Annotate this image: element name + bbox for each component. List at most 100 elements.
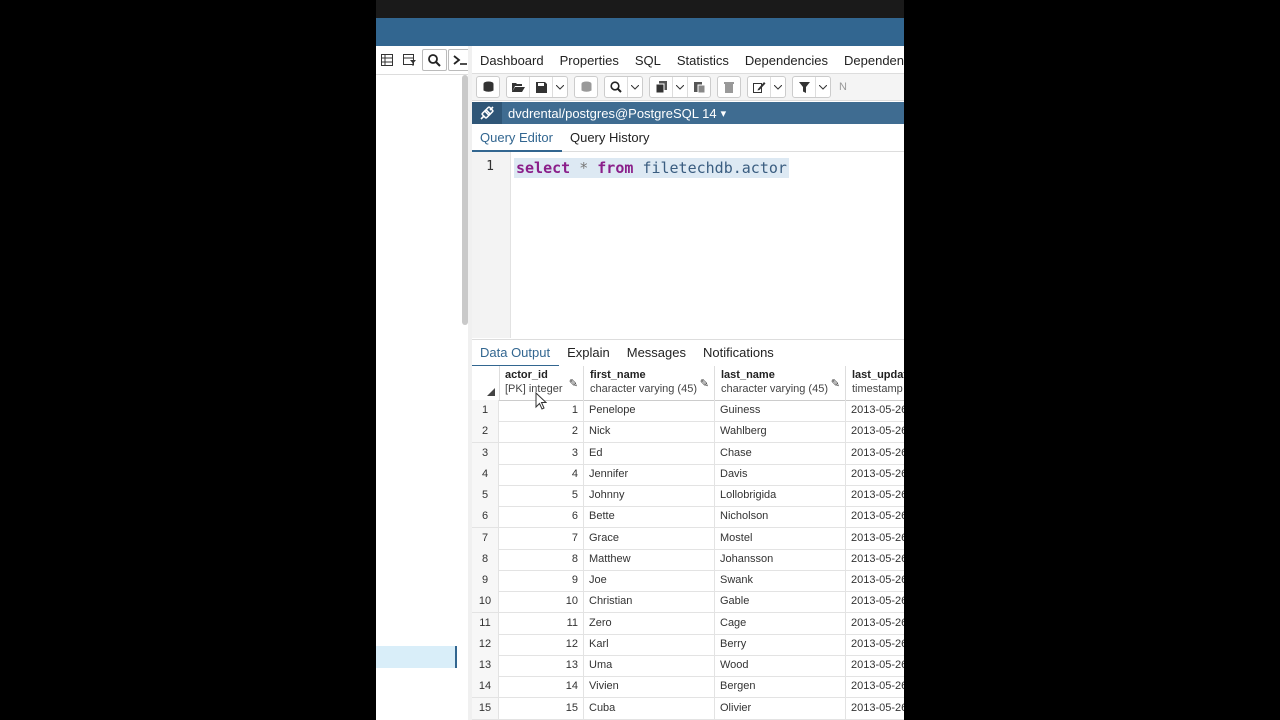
- table-row[interactable]: 3 3 Ed Chase 2013-05-26: [472, 442, 904, 465]
- cell-last-name[interactable]: Cage: [715, 612, 846, 634]
- tab-statistics[interactable]: Statistics: [669, 53, 737, 68]
- cell-first-name[interactable]: Zero: [584, 612, 715, 634]
- sql-code-line[interactable]: select * from filetechdb.actor: [514, 158, 789, 178]
- cell-actor-id[interactable]: 2: [499, 421, 584, 443]
- tab-dependencies[interactable]: Dependencies: [737, 53, 836, 68]
- delete-button[interactable]: [717, 76, 741, 98]
- cell-last-update[interactable]: 2013-05-26: [846, 698, 904, 719]
- cell-last-name[interactable]: Gable: [715, 591, 846, 613]
- tab-query-history[interactable]: Query History: [562, 125, 658, 150]
- chevron-down-icon[interactable]: [627, 77, 642, 97]
- tab-sql[interactable]: SQL: [627, 53, 669, 68]
- cell-last-name[interactable]: Guiness: [715, 400, 846, 421]
- chevron-down-icon[interactable]: [770, 77, 785, 97]
- cell-first-name[interactable]: Cuba: [584, 697, 715, 719]
- table-row[interactable]: 13 13 Uma Wood 2013-05-26: [472, 655, 904, 677]
- object-browser-selected-item[interactable]: [376, 646, 456, 668]
- cell-last-update[interactable]: 2013-05-26: [846, 613, 904, 634]
- cell-last-update[interactable]: 2013-05-26: [846, 464, 904, 485]
- table-row[interactable]: 5 5 Johnny Lollobrigida 2013-05-26: [472, 485, 904, 507]
- cell-actor-id[interactable]: 11: [499, 612, 584, 634]
- cell-last-name[interactable]: Lollobrigida: [715, 485, 846, 506]
- table-row[interactable]: 2 2 Nick Wahlberg 2013-05-26: [472, 421, 904, 444]
- cell-last-name[interactable]: Wood: [715, 655, 846, 676]
- cell-last-name[interactable]: Berry: [715, 633, 846, 655]
- row-number[interactable]: 9: [472, 570, 499, 591]
- cell-actor-id[interactable]: 3: [499, 442, 584, 464]
- cell-first-name[interactable]: Karl: [584, 633, 715, 655]
- sql-editor[interactable]: 1 select * from filetechdb.actor: [472, 152, 904, 338]
- cell-first-name[interactable]: Penelope: [584, 400, 715, 421]
- cell-actor-id[interactable]: 10: [499, 591, 584, 613]
- cell-last-name[interactable]: Swank: [715, 570, 846, 591]
- table-row[interactable]: 15 15 Cuba Olivier 2013-05-26: [472, 697, 904, 720]
- connection-bar[interactable]: dvdrental/postgres@PostgreSQL 14 ▾: [472, 102, 904, 124]
- chevron-down-icon[interactable]: ▾: [721, 107, 727, 120]
- cell-last-update[interactable]: 2013-05-26: [846, 676, 904, 697]
- cell-first-name[interactable]: Joe: [584, 570, 715, 591]
- cell-last-name[interactable]: Chase: [715, 442, 846, 464]
- row-number[interactable]: 5: [472, 485, 499, 506]
- tab-explain[interactable]: Explain: [559, 340, 619, 365]
- cell-first-name[interactable]: Christian: [584, 591, 715, 613]
- cell-first-name[interactable]: Jennifer: [584, 463, 715, 485]
- cell-actor-id[interactable]: 9: [499, 570, 584, 591]
- tab-notifications[interactable]: Notifications: [695, 340, 783, 365]
- column-header-last-name[interactable]: last_name character varying (45) ✎: [715, 366, 846, 400]
- cell-actor-id[interactable]: 14: [499, 676, 584, 698]
- tab-dependents[interactable]: Dependents: [836, 53, 904, 68]
- table-row[interactable]: 6 6 Bette Nicholson 2013-05-26: [472, 506, 904, 529]
- table-row[interactable]: 9 9 Joe Swank 2013-05-26: [472, 570, 904, 592]
- cell-actor-id[interactable]: 7: [499, 527, 584, 549]
- cell-last-name[interactable]: Wahlberg: [715, 421, 846, 443]
- paste-icon[interactable]: [687, 77, 710, 97]
- cell-last-update[interactable]: 2013-05-26: [846, 570, 904, 591]
- cell-last-update[interactable]: 2013-05-26: [846, 549, 904, 570]
- row-number[interactable]: 14: [472, 676, 499, 698]
- table-row[interactable]: 4 4 Jennifer Davis 2013-05-26: [472, 463, 904, 486]
- cell-first-name[interactable]: Johnny: [584, 485, 715, 506]
- row-number[interactable]: 6: [472, 506, 499, 528]
- cell-actor-id[interactable]: 4: [499, 463, 584, 485]
- cell-first-name[interactable]: Nick: [584, 421, 715, 443]
- search-objects-icon[interactable]: [422, 49, 447, 71]
- cell-last-update[interactable]: 2013-05-26: [846, 655, 904, 676]
- row-number[interactable]: 10: [472, 591, 499, 613]
- cell-last-name[interactable]: Olivier: [715, 697, 846, 719]
- filtered-table-icon[interactable]: [399, 49, 422, 71]
- row-number[interactable]: 12: [472, 633, 499, 655]
- cell-last-update[interactable]: 2013-05-26: [846, 634, 904, 655]
- table-row[interactable]: 11 11 Zero Cage 2013-05-26: [472, 612, 904, 635]
- cell-actor-id[interactable]: 12: [499, 633, 584, 655]
- cell-last-update[interactable]: 2013-05-26: [846, 485, 904, 506]
- row-number[interactable]: 15: [472, 697, 499, 719]
- row-number[interactable]: 4: [472, 463, 499, 485]
- chevron-down-icon[interactable]: [552, 77, 567, 97]
- cell-actor-id[interactable]: 5: [499, 485, 584, 506]
- save-data-button[interactable]: [574, 76, 598, 98]
- edit-icon[interactable]: [748, 77, 770, 97]
- cell-first-name[interactable]: Ed: [584, 442, 715, 464]
- tab-messages[interactable]: Messages: [619, 340, 695, 365]
- tab-data-output[interactable]: Data Output: [472, 340, 560, 367]
- column-header-last-update[interactable]: last_update timestamp w: [846, 366, 904, 400]
- select-all-corner[interactable]: [472, 366, 500, 400]
- row-number[interactable]: 2: [472, 421, 499, 443]
- cell-last-update[interactable]: 2013-05-26: [846, 400, 904, 421]
- table-row[interactable]: 8 8 Matthew Johansson 2013-05-26: [472, 548, 904, 571]
- chevron-down-icon[interactable]: [672, 77, 687, 97]
- column-header-first-name[interactable]: first_name character varying (45) ✎: [584, 366, 715, 400]
- database-button[interactable]: [476, 76, 500, 98]
- cell-actor-id[interactable]: 13: [499, 655, 584, 676]
- cell-last-name[interactable]: Mostel: [715, 527, 846, 549]
- row-number[interactable]: 1: [472, 400, 499, 421]
- cell-last-name[interactable]: Bergen: [715, 676, 846, 698]
- save-file-icon[interactable]: [529, 77, 552, 97]
- table-icon[interactable]: [376, 49, 399, 71]
- cell-first-name[interactable]: Matthew: [584, 548, 715, 570]
- cell-last-update[interactable]: 2013-05-26: [846, 443, 904, 464]
- cell-last-name[interactable]: Davis: [715, 463, 846, 485]
- cell-last-update[interactable]: 2013-05-26: [846, 506, 904, 527]
- row-number[interactable]: 7: [472, 527, 499, 549]
- row-number[interactable]: 8: [472, 548, 499, 570]
